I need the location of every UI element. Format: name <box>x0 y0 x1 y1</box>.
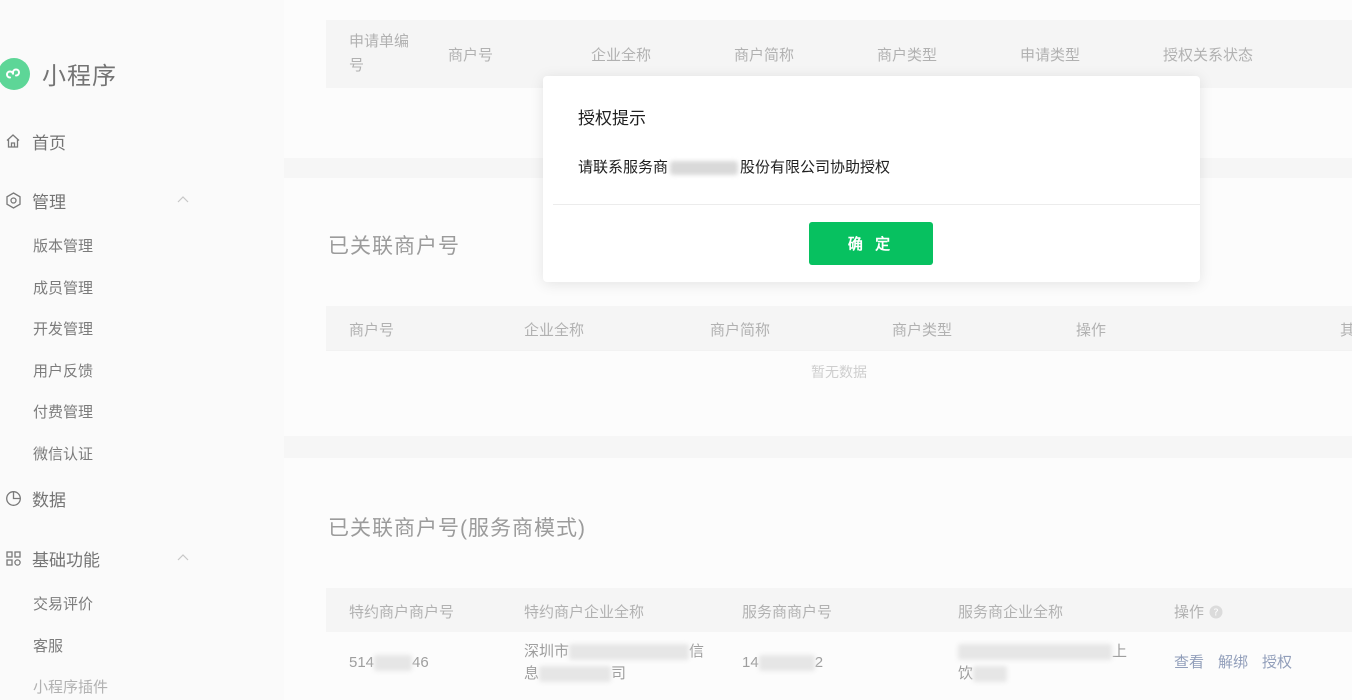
dialog-title: 授权提示 <box>578 109 646 128</box>
divider <box>553 204 1200 205</box>
confirm-button[interactable]: 确 定 <box>809 222 933 265</box>
redacted <box>670 161 739 176</box>
authorization-dialog: 授权提示 请联系服务商 股份有限公司协助授权 确 定 <box>543 76 1200 282</box>
dialog-message: 请联系服务商 股份有限公司协助授权 <box>578 159 891 176</box>
